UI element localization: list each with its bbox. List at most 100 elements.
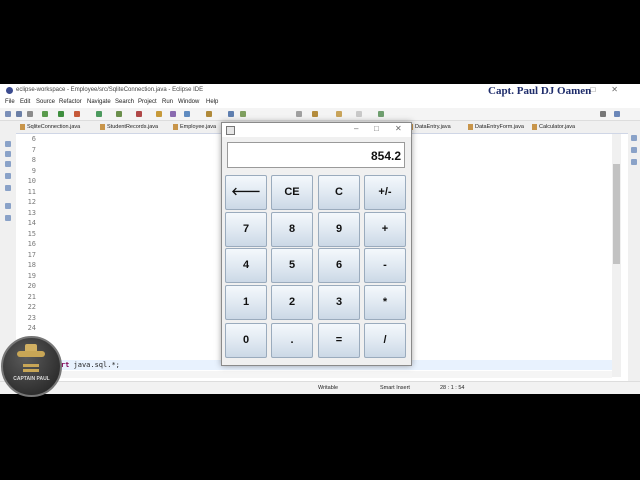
backspace-button[interactable]: 🡐 [225, 175, 267, 210]
tab-employee[interactable]: Employee.java [171, 121, 216, 133]
task-list-icon[interactable] [631, 135, 637, 141]
toolbar [0, 108, 640, 121]
digit-8-button[interactable]: 8 [271, 212, 313, 247]
hierarchy-icon[interactable] [5, 151, 11, 157]
coverage-icon[interactable] [116, 111, 122, 117]
forward-icon[interactable] [356, 111, 362, 117]
outline-icon[interactable] [5, 161, 11, 167]
calculator-display[interactable]: 854.2 [227, 142, 405, 168]
digit-3-button[interactable]: 3 [318, 285, 360, 320]
next-annotation-icon[interactable] [296, 111, 302, 117]
maximize-icon[interactable]: □ [374, 124, 379, 133]
java-file-icon [468, 124, 473, 130]
pin-icon[interactable] [312, 111, 318, 117]
menu-run[interactable]: Run [162, 99, 173, 105]
line-number: 15 [27, 229, 36, 238]
java-perspective-icon[interactable] [614, 111, 620, 117]
annotation-icon[interactable] [240, 111, 246, 117]
back-icon[interactable] [336, 111, 342, 117]
menu-window[interactable]: Window [178, 99, 199, 105]
line-number: 8 [31, 156, 36, 164]
stop-icon[interactable] [74, 111, 80, 117]
digit-6-button[interactable]: 6 [318, 248, 360, 283]
clear-entry-button[interactable]: CE [271, 175, 313, 210]
editor-vertical-scrollbar[interactable] [612, 134, 621, 377]
new-icon[interactable] [5, 111, 11, 117]
line-number: 19 [27, 271, 36, 280]
type-icon[interactable] [5, 185, 11, 191]
print-icon[interactable] [27, 111, 33, 117]
negate-button[interactable]: +/- [364, 175, 406, 210]
open-type-icon[interactable] [184, 111, 190, 117]
package-explorer-icon[interactable] [5, 141, 11, 147]
digit-9-button[interactable]: 9 [318, 212, 360, 247]
play-icon[interactable] [96, 111, 102, 117]
new-package-icon[interactable] [156, 111, 162, 117]
line-number: 6 [31, 135, 36, 143]
digit-7-button[interactable]: 7 [225, 212, 267, 247]
calculator-window: – □ ✕ 854.2 🡐 CE C +/- 7 8 9 + 4 5 6 - 1… [221, 122, 412, 366]
equals-button[interactable]: = [318, 323, 360, 358]
outline-view-icon[interactable] [631, 147, 637, 153]
digit-1-button[interactable]: 1 [225, 285, 267, 320]
status-cursor-position: 28 : 1 : 54 [440, 385, 465, 391]
menu-project[interactable]: Project [138, 99, 157, 105]
search-icon[interactable] [206, 111, 212, 117]
tab-dataentryform[interactable]: DataEntryForm.java [466, 121, 524, 133]
debug-icon[interactable] [42, 111, 48, 117]
wing-emblem [17, 351, 45, 357]
status-bar: Writable Smart Insert 28 : 1 : 54 [0, 381, 640, 394]
logo-stripe [23, 364, 39, 367]
menu-search[interactable]: Search [115, 99, 134, 105]
line-number: 18 [27, 261, 36, 269]
digit-5-button[interactable]: 5 [271, 248, 313, 283]
menu-edit[interactable]: Edit [20, 99, 30, 105]
subtract-button[interactable]: - [364, 248, 406, 283]
line-number: 10 [27, 177, 36, 185]
tab-studentrecords[interactable]: StudentRecords.java [98, 121, 158, 133]
java-file-icon [20, 124, 25, 130]
problems-icon[interactable] [631, 159, 637, 165]
decimal-button[interactable]: . [271, 323, 313, 358]
tab-sqliteconnection[interactable]: SqliteConnection.java [18, 121, 80, 133]
divide-button[interactable]: / [364, 323, 406, 358]
mark-occurrences-icon[interactable] [228, 111, 234, 117]
tab-dataentry[interactable]: DataEntry.java [406, 121, 451, 133]
add-button[interactable]: + [364, 212, 406, 247]
close-icon[interactable]: ✕ [395, 124, 402, 133]
run-icon[interactable] [58, 111, 64, 117]
window-titlebar: eclipse-workspace - Employee/src/SqliteC… [0, 84, 640, 98]
line-number: 14 [27, 219, 36, 227]
digit-0-button[interactable]: 0 [225, 323, 267, 358]
line-number: 23 [27, 313, 36, 322]
menu-refactor[interactable]: Refactor [59, 99, 82, 105]
restore-icon[interactable] [5, 203, 11, 209]
new-class-icon[interactable] [170, 111, 176, 117]
menu-help[interactable]: Help [206, 99, 218, 105]
clear-button[interactable]: C [318, 175, 360, 210]
editor-horizontal-scrollbar[interactable] [16, 371, 612, 378]
menu-source[interactable]: Source [36, 99, 55, 105]
quick-access-icon[interactable] [600, 111, 606, 117]
tab-calculator[interactable]: Calculator.java [530, 121, 575, 133]
line-number: 7 [31, 145, 36, 154]
digit-2-button[interactable]: 2 [271, 285, 313, 320]
digit-4-button[interactable]: 4 [225, 248, 267, 283]
java-file-icon [100, 124, 105, 130]
minimize-icon[interactable]: – [354, 124, 358, 133]
console-icon[interactable] [5, 215, 11, 221]
scroll-thumb[interactable] [613, 164, 620, 264]
save-icon[interactable] [16, 111, 22, 117]
window-controls[interactable]: □✕ [590, 85, 634, 94]
line-number: 21 [27, 292, 36, 301]
import-statement: java.sql.*; [69, 361, 120, 369]
navigator-icon[interactable] [5, 173, 11, 179]
multiply-button[interactable]: * [364, 285, 406, 320]
logo-stripe [23, 369, 39, 372]
menu-navigate[interactable]: Navigate [87, 99, 111, 105]
perspective-icon[interactable] [378, 111, 384, 117]
java-file-icon [532, 124, 537, 130]
status-insert-mode: Smart Insert [380, 385, 410, 391]
menu-file[interactable]: File [5, 99, 15, 105]
external-tools-icon[interactable] [136, 111, 142, 117]
